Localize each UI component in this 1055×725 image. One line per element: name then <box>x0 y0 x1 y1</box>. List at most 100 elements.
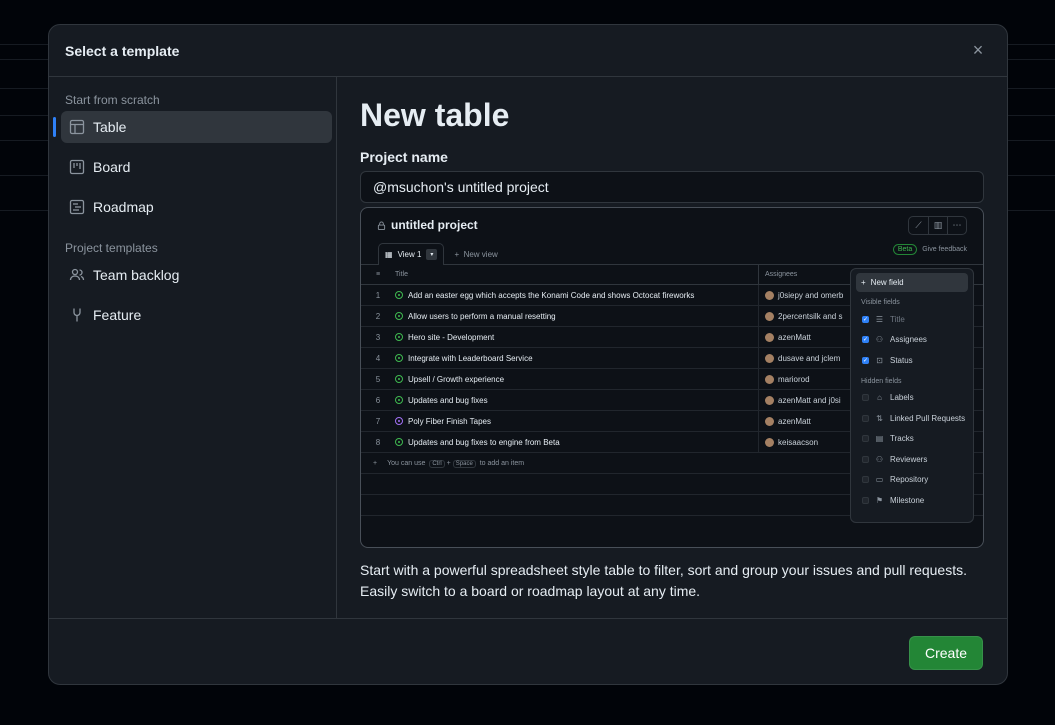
sidebar-item-feature[interactable]: Feature <box>61 299 332 331</box>
hidden-field-item: ⚑ Milestone <box>856 490 968 511</box>
field-icon: ⊡ <box>876 355 883 365</box>
sidebar-item-roadmap[interactable]: Roadmap <box>61 191 332 223</box>
issue-status-icon <box>395 396 403 404</box>
field-label: Reviewers <box>890 454 928 464</box>
row-assignee-text: dusave and jclem <box>778 353 841 363</box>
sidebar-item-team-backlog[interactable]: Team backlog <box>61 259 332 291</box>
sidebar-item-board[interactable]: Board <box>61 151 332 183</box>
row-number: 1 <box>375 290 381 300</box>
row-title: Add an easter egg which accepts the Kona… <box>395 285 759 305</box>
feedback-link: Give feedback <box>922 246 967 253</box>
field-icon: ⇅ <box>876 413 883 423</box>
template-dialog: Select a template × Start from scratch T… <box>48 24 1008 685</box>
filter-icon: ≡ <box>375 271 381 278</box>
sidebar-item-label: Table <box>93 119 127 135</box>
field-label: Labels <box>890 393 914 403</box>
avatar <box>765 395 774 405</box>
avatar <box>765 353 774 363</box>
avatar <box>765 437 774 447</box>
avatar <box>765 311 774 321</box>
hidden-field-item: ▤ Tracks <box>856 429 968 450</box>
row-number: 8 <box>375 437 381 447</box>
row-number: 7 <box>375 416 381 426</box>
row-assignee-text: azenMatt <box>778 416 811 426</box>
template-description: Start with a powerful spreadsheet style … <box>360 562 967 599</box>
close-button[interactable]: × <box>965 38 991 64</box>
field-label: Milestone <box>890 495 925 505</box>
preview-fields-menu: + New field Visible fields ✓ ☰ Title ✓ ⚇ Assi… <box>850 268 974 523</box>
template-sidebar: Start from scratch Table Board Roadmap P… <box>49 77 337 618</box>
checkbox-checked-icon: ✓ <box>862 336 869 344</box>
checkbox-checked-icon: ✓ <box>862 315 869 323</box>
row-number: 4 <box>375 353 381 363</box>
column-title: Title <box>395 265 759 284</box>
field-label: Repository <box>890 475 929 485</box>
row-title-text: Hero site - Development <box>408 332 495 342</box>
field-label: Linked Pull Requests <box>890 413 966 423</box>
hidden-field-item: ⚇ Reviewers <box>856 449 968 470</box>
row-title: Updates and bug fixes <box>395 390 759 410</box>
visible-field-item: ✓ ⚇ Assignees <box>856 330 968 351</box>
visible-fields-heading: Visible fields <box>861 299 900 306</box>
checkbox-icon <box>862 496 869 504</box>
preview-new-view: + New view <box>454 244 497 264</box>
checkbox-icon <box>862 435 869 443</box>
issue-status-icon <box>395 417 403 425</box>
preview-beta: Beta Give feedback <box>892 244 967 255</box>
row-title-text: Poly Fiber Finish Tapes <box>408 416 491 426</box>
row-assignee-text: azenMatt and j0si <box>778 395 841 405</box>
row-assignees: 2percentsilk and s <box>759 311 842 321</box>
create-button[interactable]: Create <box>909 635 983 670</box>
issue-status-icon <box>395 333 403 341</box>
field-label: Title <box>890 314 905 324</box>
row-title-text: Updates and bug fixes <box>408 395 488 405</box>
sidebar-item-label: Board <box>93 159 131 175</box>
row-title: Updates and bug fixes to engine from Bet… <box>395 432 759 452</box>
project-name-input[interactable] <box>360 171 984 203</box>
checkbox-icon <box>862 394 869 402</box>
table-icon: ▦ <box>385 250 393 259</box>
insights-icon: ⟋ <box>915 219 922 230</box>
checkbox-icon <box>862 476 869 484</box>
chevron-down-icon: ▾ <box>426 249 438 260</box>
plus-icon: + <box>861 278 866 287</box>
template-preview-image: untitled project ⟋ ▥ ⋯ ▦ View 1 ▾ + New … <box>360 207 984 548</box>
visible-field-item: ✓ ⊡ Status <box>856 350 968 371</box>
row-assignee-text: azenMatt <box>778 332 811 342</box>
field-icon: ▭ <box>875 475 884 485</box>
avatar <box>765 332 774 342</box>
row-assignees: j0siepy and omerb <box>759 290 844 300</box>
row-assignee-text: mariorod <box>778 374 810 384</box>
visible-field-item: ✓ ☰ Title <box>856 309 968 330</box>
checkbox-checked-icon: ✓ <box>862 356 869 364</box>
row-title-text: Integrate with Leaderboard Service <box>408 353 533 363</box>
row-number: 5 <box>375 374 381 384</box>
sidebar-item-table[interactable]: Table <box>53 111 332 143</box>
hidden-fields-heading: Hidden fields <box>861 377 902 385</box>
preview-toolbar: ⟋ ▥ ⋯ <box>908 215 967 235</box>
field-label: Assignees <box>890 335 927 345</box>
field-icon: ▤ <box>875 434 884 444</box>
row-title: Poly Fiber Finish Tapes <box>395 411 759 431</box>
plus-icon: + <box>373 459 378 467</box>
avatar <box>765 416 774 426</box>
row-assignee-text: j0siepy and omerb <box>778 290 844 300</box>
feature-icon <box>73 308 81 322</box>
sidebar-item-label: Team backlog <box>93 267 180 283</box>
field-icon: ⌂ <box>877 393 882 403</box>
column-assignees: Assignees <box>765 271 798 278</box>
row-title-text: Allow users to perform a manual resettin… <box>408 311 556 321</box>
checkbox-icon <box>862 455 869 463</box>
row-assignees: azenMatt <box>759 416 811 426</box>
preview-tab-label: View 1 <box>397 250 422 259</box>
issue-status-icon <box>395 354 403 362</box>
issue-status-icon <box>395 375 403 383</box>
row-assignees: mariorod <box>759 374 810 384</box>
row-assignees: keisaacson <box>759 437 818 447</box>
row-title: Upsell / Growth experience <box>395 369 759 389</box>
sidebar-item-label: Roadmap <box>93 199 154 215</box>
hidden-field-item: ⇅ Linked Pull Requests <box>856 408 968 429</box>
row-title-text: Updates and bug fixes to engine from Bet… <box>408 437 560 447</box>
row-title: Integrate with Leaderboard Service <box>395 348 759 368</box>
issue-status-icon <box>395 438 403 446</box>
